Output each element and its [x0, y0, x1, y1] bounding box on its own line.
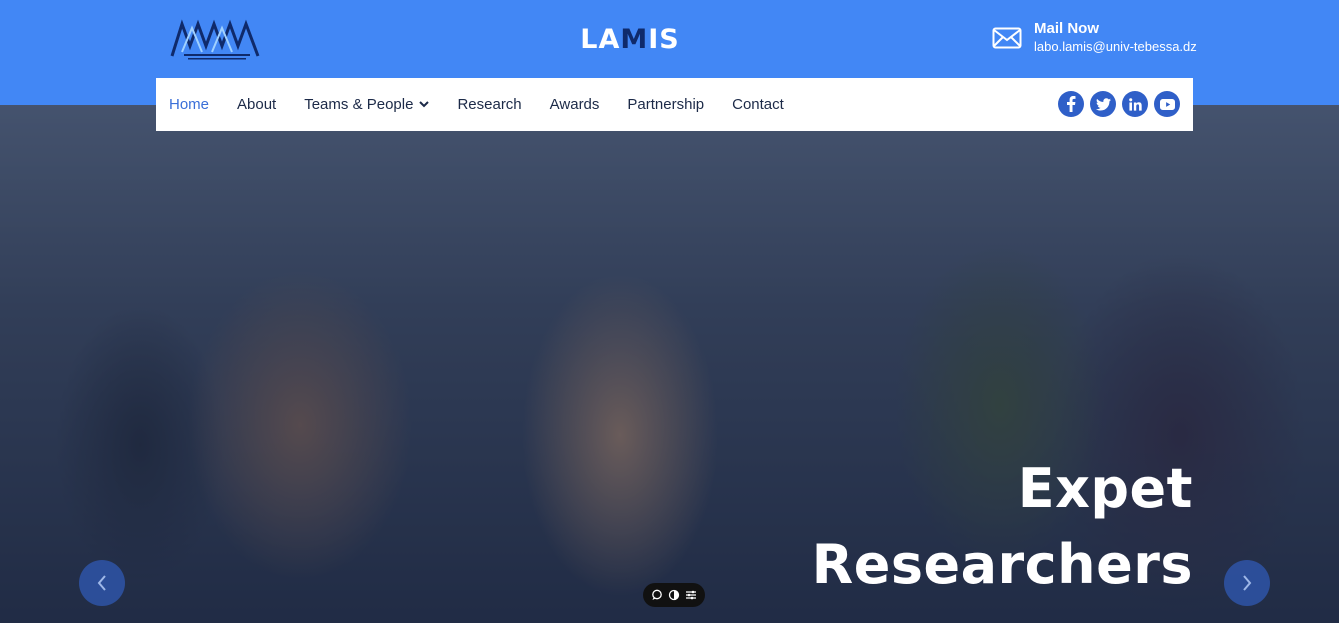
nav-contact[interactable]: Contact: [732, 96, 784, 113]
hero-slider: Expet Researchers: [0, 105, 1339, 623]
nav-home[interactable]: Home: [169, 96, 209, 113]
nav-partnership[interactable]: Partnership: [627, 96, 704, 113]
linkedin-icon[interactable]: [1122, 91, 1148, 117]
main-nav: Home About Teams & People Research Award…: [156, 78, 1193, 131]
facebook-icon[interactable]: [1058, 91, 1084, 117]
floating-toolbar[interactable]: [643, 583, 705, 607]
slider-next-button[interactable]: [1224, 560, 1270, 606]
settings-sliders-icon[interactable]: [685, 589, 697, 601]
chevron-right-icon: [1243, 575, 1252, 591]
envelope-icon: [992, 27, 1022, 49]
nav-awards[interactable]: Awards: [550, 96, 600, 113]
nav-teams-people[interactable]: Teams & People: [304, 96, 430, 113]
youtube-icon[interactable]: [1154, 91, 1180, 117]
social-links: [1058, 91, 1180, 117]
nav-research[interactable]: Research: [457, 96, 521, 113]
nav-about[interactable]: About: [237, 96, 276, 113]
hero-title-line2: Researchers: [811, 533, 1193, 596]
hero-title: Expet Researchers: [812, 451, 1193, 603]
twitter-icon[interactable]: [1090, 91, 1116, 117]
comment-icon[interactable]: [651, 589, 663, 601]
contrast-icon[interactable]: [668, 589, 680, 601]
nav-teams-people-label: Teams & People: [304, 96, 414, 113]
chevron-left-icon: [97, 575, 106, 591]
mail-address[interactable]: labo.lamis@univ-tebessa.dz: [1034, 38, 1197, 56]
slider-prev-button[interactable]: [79, 560, 125, 606]
hero-title-line1: Expet: [1017, 457, 1193, 520]
mail-contact[interactable]: Mail Now labo.lamis@univ-tebessa.dz: [992, 20, 1197, 56]
mail-label: Mail Now: [1034, 20, 1100, 37]
chevron-down-icon: [419, 101, 430, 108]
